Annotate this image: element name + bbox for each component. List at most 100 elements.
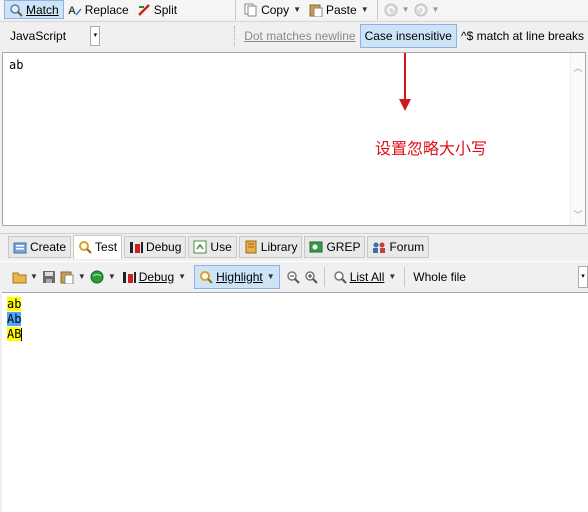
tab-debug-label: Debug [146, 239, 182, 254]
tab-grep[interactable]: GREP [304, 235, 366, 258]
tab-test[interactable]: Test [73, 234, 123, 259]
chevron-down-icon: ▼ [293, 5, 301, 14]
highlight-button[interactable]: Highlight ▼ [194, 264, 280, 289]
paste-label: Paste [326, 2, 357, 17]
zoom-in-button[interactable] [302, 267, 320, 287]
split-icon [137, 3, 151, 17]
svg-text:A: A [68, 5, 76, 17]
tab-use[interactable]: Use [188, 235, 237, 258]
debug-button-label: Debug [138, 269, 175, 284]
toolbar-divider [376, 0, 378, 20]
chevron-down-icon: ▼ [107, 272, 116, 281]
redo-button[interactable]: ▼ [412, 0, 442, 19]
test-line-match: AB [7, 327, 22, 341]
toolbar-divider [235, 0, 237, 20]
create-icon [13, 240, 27, 254]
annotation-text: 设置忽略大小写 [375, 139, 488, 158]
web-button[interactable]: ▼ [88, 267, 118, 287]
chevron-down-icon: ▼ [401, 5, 410, 14]
case-insensitive-toggle[interactable]: Case insensitive [359, 24, 457, 48]
forum-icon [372, 240, 386, 254]
tab-use-label: Use [210, 239, 232, 254]
match-button[interactable]: Match [4, 0, 64, 19]
save-icon [42, 270, 56, 284]
test-line-match: Ab [7, 312, 22, 326]
chevron-down-icon: ▾ [90, 26, 101, 46]
replace-label: Replace [84, 2, 129, 17]
dot-matches-newline-toggle[interactable]: Dot matches newline [240, 25, 359, 47]
test-subject-editor[interactable]: ab Ab AB [2, 292, 588, 512]
chevron-down-icon: ▼ [178, 272, 187, 281]
match-label: Match [26, 2, 59, 17]
globe-icon [90, 270, 104, 284]
test-line-match: ab [7, 297, 22, 311]
options-bar: JavaScript ▾ Dot matches newline Case in… [0, 21, 588, 50]
scroll-down-icon[interactable]: ﹀ [571, 208, 585, 221]
use-icon [193, 240, 207, 254]
zoom-in-icon [304, 270, 318, 284]
magnifier-icon [199, 270, 213, 284]
scope-label: Whole file [413, 269, 466, 284]
zoom-out-button[interactable] [284, 267, 302, 287]
tab-create-label: Create [30, 239, 67, 254]
annotation-arrow [399, 53, 411, 111]
chevron-down-icon: ▼ [77, 272, 86, 281]
debug-icon [129, 240, 144, 254]
tab-create[interactable]: Create [8, 235, 72, 258]
library-icon [244, 240, 258, 254]
options-divider [234, 26, 236, 46]
split-button[interactable]: Split [133, 0, 181, 19]
test-toolbar-divider [323, 266, 325, 287]
paste-icon [60, 270, 74, 284]
scope-select[interactable]: Whole file [409, 267, 529, 287]
tab-forum[interactable]: Forum [367, 235, 430, 258]
magnifier-icon [78, 240, 92, 254]
chevron-down-icon: ▼ [360, 5, 369, 14]
list-all-button[interactable]: List All ▼ [329, 267, 401, 287]
list-all-label: List All [349, 269, 385, 284]
magnifier-icon [9, 3, 23, 17]
paste-icon [309, 3, 323, 17]
case-insensitive-label: Case insensitive [364, 29, 452, 43]
save-button[interactable] [40, 267, 58, 287]
undo-icon [384, 3, 398, 17]
grep-icon [309, 240, 323, 254]
chevron-down-icon: ▼ [388, 272, 397, 281]
tab-debug[interactable]: Debug [124, 235, 187, 258]
paste-button[interactable]: Paste ▼ [305, 0, 373, 19]
zoom-out-icon [286, 270, 300, 284]
chevron-down-icon: ▼ [266, 272, 275, 281]
folder-icon [12, 270, 27, 284]
tab-test-label: Test [95, 240, 118, 254]
tab-bar: Create Test Debug Use Library GREP Forum [0, 233, 588, 259]
replace-button[interactable]: A Replace [64, 0, 133, 19]
chevron-down-icon: ▼ [30, 272, 38, 281]
tab-library[interactable]: Library [238, 235, 303, 258]
replace-icon: A [68, 3, 82, 17]
scope-chevron-icon[interactable]: ▾ [578, 265, 588, 288]
regex-editor[interactable]: ab ︿ ﹀ 设置忽略大小写 [2, 52, 586, 226]
debug-button[interactable]: Debug ▼ [118, 267, 190, 287]
flavor-select[interactable]: JavaScript ▾ [4, 25, 104, 47]
line-breaks-toggle[interactable]: ^$ match at line breaks [457, 25, 588, 47]
line-breaks-label: ^$ match at line breaks [460, 29, 584, 43]
flavor-value: JavaScript [10, 29, 67, 43]
tab-library-label: Library [260, 239, 298, 254]
debug-icon [122, 270, 136, 284]
open-button[interactable]: ▼ [10, 267, 40, 287]
copy-label: Copy [261, 2, 290, 17]
paste-test-button[interactable]: ▼ [58, 267, 88, 287]
scroll-up-icon[interactable]: ︿ [571, 61, 585, 74]
redo-icon [414, 3, 428, 17]
vertical-scrollbar[interactable]: ︿ ﹀ [570, 53, 585, 225]
undo-button[interactable]: ▼ [382, 0, 412, 19]
text-cursor [21, 328, 23, 341]
tab-forum-label: Forum [389, 239, 425, 254]
chevron-down-icon: ▼ [431, 5, 440, 14]
main-toolbar: Match A Replace Split Copy ▼ Paste ▼ ▼ ▼ [0, 0, 588, 20]
dot-matches-newline-label: Dot matches newline [244, 29, 356, 43]
test-toolbar: ▼ ▼ ▼ Debug ▼ Highlight ▼ List All ▼ Who… [0, 261, 588, 291]
copy-button[interactable]: Copy ▼ [240, 0, 305, 19]
tab-grep-label: GREP [326, 239, 361, 254]
copy-icon [244, 3, 258, 17]
